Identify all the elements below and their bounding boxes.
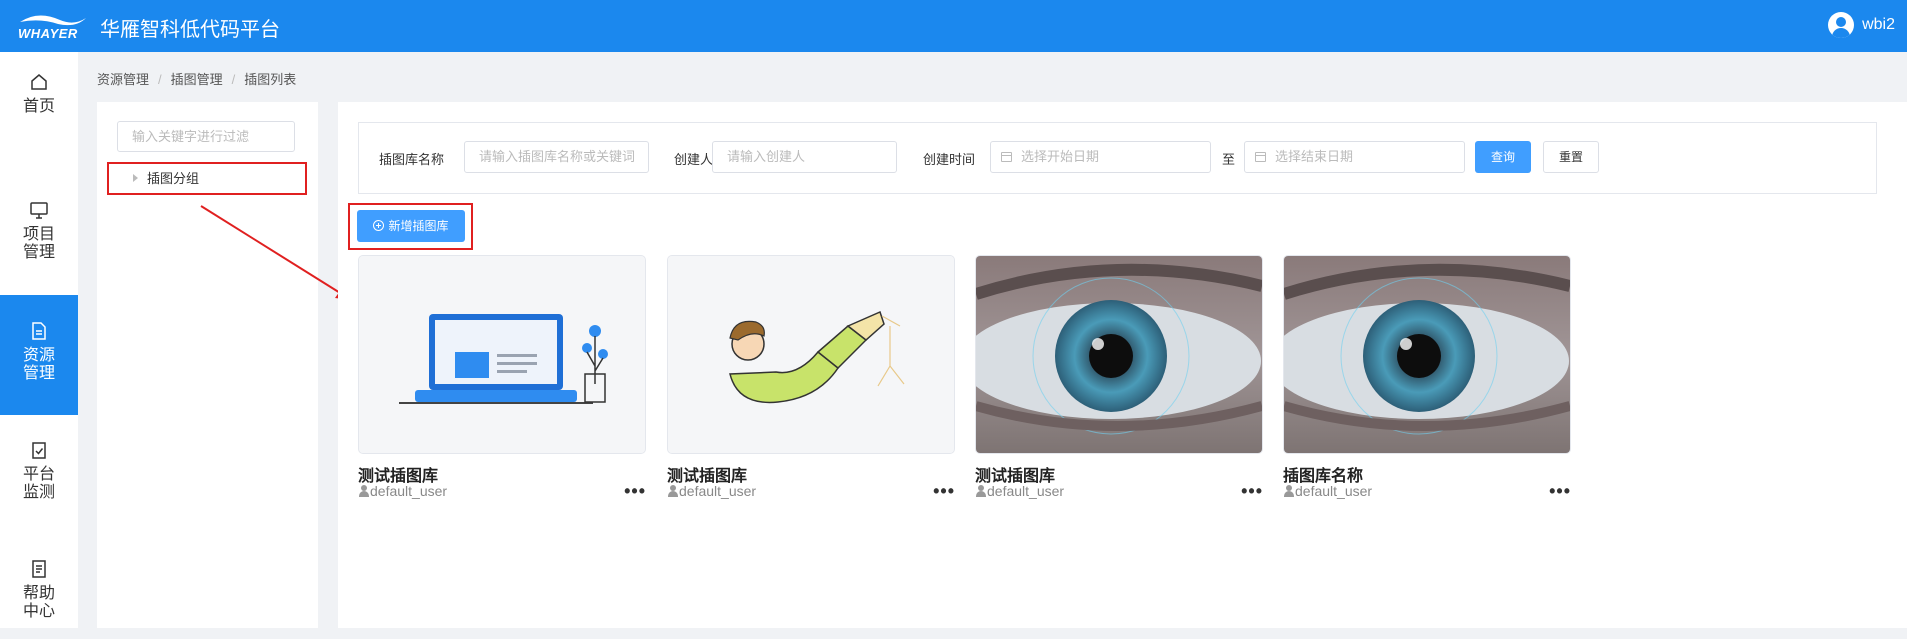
nav-item-monitor[interactable]: 平台监测 xyxy=(0,440,78,520)
more-icon[interactable]: ••• xyxy=(1241,481,1263,502)
more-icon[interactable]: ••• xyxy=(624,481,646,502)
breadcrumb-item[interactable]: 资源管理 xyxy=(97,72,149,87)
card-user-name: default_user xyxy=(370,483,448,499)
more-icon[interactable]: ••• xyxy=(933,481,955,502)
user-icon xyxy=(358,485,370,497)
card-title: 插图库名称 xyxy=(1283,468,1364,485)
user-menu[interactable]: wbi2 xyxy=(1828,12,1895,38)
library-card[interactable]: 插图库名称 default_user ••• xyxy=(1283,255,1571,501)
card-title: 测试插图库 xyxy=(975,468,1056,485)
breadcrumb: 资源管理 / 插图管理 / 插图列表 xyxy=(97,72,297,87)
main-panel: 插图库名称 请输入插图库名称或关键词 创建人 请输入创建人 创建时间 选择开始日… xyxy=(338,102,1907,628)
start-date-input[interactable]: 选择开始日期 xyxy=(990,141,1211,173)
caret-right-icon[interactable] xyxy=(133,174,138,182)
clipboard-check-icon xyxy=(32,442,46,459)
monitor-icon xyxy=(30,202,48,219)
to-label: 至 xyxy=(1222,152,1236,167)
nav-label-help: 帮助中心 xyxy=(23,585,56,620)
side-nav: 首页 项目管理 资源管理 平台监测 帮助中心 xyxy=(0,52,78,628)
logo-text: WHAYER xyxy=(18,26,78,41)
laptop-illustration xyxy=(359,256,645,453)
document-icon xyxy=(32,322,46,340)
nav-label-resource: 资源管理 xyxy=(23,347,56,382)
group-tree-panel: 输入关键字进行过滤 插图分组 xyxy=(97,102,318,628)
more-icon[interactable]: ••• xyxy=(1549,481,1571,502)
telescope-boy-illustration xyxy=(668,256,954,453)
eye-photo xyxy=(1284,256,1570,453)
nav-item-project[interactable]: 项目管理 xyxy=(0,200,78,280)
nav-item-resource[interactable]: 资源管理 xyxy=(0,295,78,415)
breadcrumb-item[interactable]: 插图管理 xyxy=(171,72,223,87)
card-title: 测试插图库 xyxy=(667,468,748,485)
tree-node-label: 插图分组 xyxy=(147,171,200,186)
card-user: default_user ••• xyxy=(667,481,955,502)
card-image[interactable] xyxy=(1283,255,1571,454)
name-label: 插图库名称 xyxy=(379,152,445,167)
plus-circle-icon xyxy=(373,220,385,231)
top-bar: WHAYER 华雁智科低代码平台 wbi2 xyxy=(0,0,1907,52)
user-avatar-icon xyxy=(1828,12,1855,38)
user-icon xyxy=(667,485,679,497)
breadcrumb-item: 插图列表 xyxy=(244,72,297,87)
nav-label-monitor: 平台监测 xyxy=(23,466,56,501)
home-icon xyxy=(31,74,47,90)
tree-node-group[interactable]: 插图分组 xyxy=(107,162,307,195)
end-date-placeholder: 选择结束日期 xyxy=(1275,149,1354,164)
card-user-name: default_user xyxy=(1295,483,1373,499)
eye-photo xyxy=(976,256,1262,453)
card-image[interactable] xyxy=(667,255,955,454)
user-icon xyxy=(1283,485,1295,497)
card-image[interactable] xyxy=(358,255,646,454)
add-button-highlight: 新增插图库 xyxy=(348,203,473,250)
time-label: 创建时间 xyxy=(923,152,976,167)
user-icon xyxy=(975,485,987,497)
add-library-label: 新增插图库 xyxy=(388,219,449,233)
nav-label-home: 首页 xyxy=(22,98,55,115)
nav-item-help[interactable]: 帮助中心 xyxy=(0,559,78,639)
card-image[interactable] xyxy=(975,255,1263,454)
card-user-name: default_user xyxy=(679,483,757,499)
nav-label-project: 项目管理 xyxy=(23,226,56,261)
query-button[interactable]: 查询 xyxy=(1475,141,1531,173)
card-user: default_user ••• xyxy=(358,481,646,502)
start-date-placeholder: 选择开始日期 xyxy=(1021,149,1100,164)
card-title: 测试插图库 xyxy=(358,468,439,485)
creator-input[interactable]: 请输入创建人 xyxy=(712,141,897,173)
search-form: 插图库名称 请输入插图库名称或关键词 创建人 请输入创建人 创建时间 选择开始日… xyxy=(358,122,1877,194)
tree-filter-input[interactable]: 输入关键字进行过滤 xyxy=(117,121,295,152)
calendar-icon xyxy=(1255,152,1266,162)
calendar-icon xyxy=(1001,152,1012,162)
library-card[interactable]: 测试插图库 default_user ••• xyxy=(667,255,955,501)
add-library-button[interactable]: 新增插图库 xyxy=(357,210,465,242)
library-card[interactable]: 测试插图库 default_user ••• xyxy=(975,255,1263,501)
reset-button[interactable]: 重置 xyxy=(1543,141,1599,173)
card-user-name: default_user xyxy=(987,483,1065,499)
creator-label: 创建人 xyxy=(674,152,714,167)
username: wbi2 xyxy=(1862,16,1895,33)
help-document-icon xyxy=(32,560,46,578)
name-input[interactable]: 请输入插图库名称或关键词 xyxy=(464,141,649,173)
app-title: 华雁智科低代码平台 xyxy=(100,19,280,41)
annotation-arrow xyxy=(200,205,351,300)
end-date-input[interactable]: 选择结束日期 xyxy=(1244,141,1465,173)
card-user: default_user ••• xyxy=(975,481,1263,502)
card-user: default_user ••• xyxy=(1283,481,1571,502)
library-card[interactable]: 测试插图库 default_user ••• xyxy=(358,255,646,501)
nav-item-home[interactable]: 首页 xyxy=(0,72,78,132)
